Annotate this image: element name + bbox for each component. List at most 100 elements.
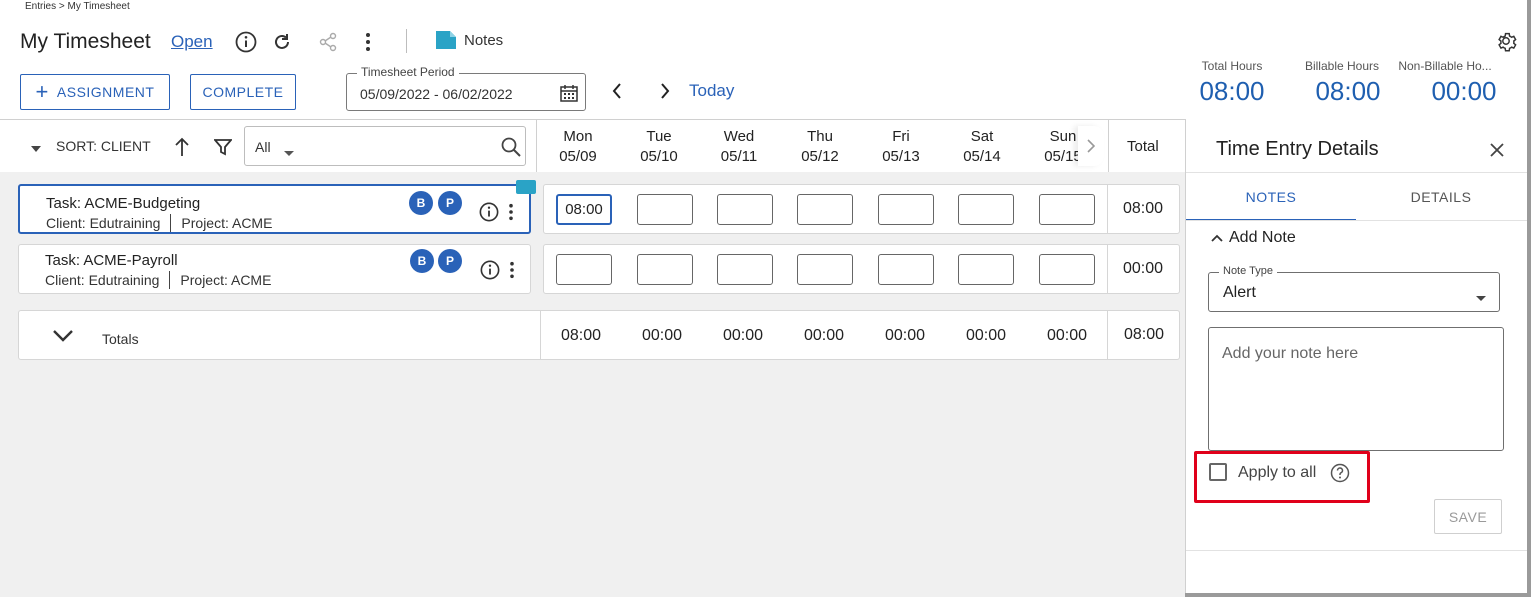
filter-icon[interactable]	[213, 137, 233, 157]
time-entry-sat[interactable]	[958, 254, 1014, 285]
day-header-sat[interactable]: Sat 05/14	[950, 127, 1014, 167]
row-total-divider	[1107, 185, 1108, 233]
time-entry-mon[interactable]	[556, 254, 612, 285]
filter-dropdown-caret-icon[interactable]	[283, 144, 295, 162]
help-question-icon[interactable]	[1329, 462, 1351, 484]
sort-ascending-arrow-icon[interactable]	[172, 136, 192, 158]
note-type-select[interactable]: Note Type Alert	[1208, 265, 1500, 312]
sort-client-button[interactable]: SORT: CLIENT	[56, 138, 151, 154]
status-link[interactable]: Open	[171, 32, 213, 52]
billable-badge: B	[409, 191, 433, 215]
next-period-chevron-icon[interactable]	[655, 81, 675, 101]
tab-notes[interactable]: NOTES	[1186, 181, 1356, 221]
day-name: Sat	[970, 128, 994, 145]
close-icon[interactable]	[1486, 139, 1508, 161]
row-note-flag-icon[interactable]	[516, 180, 536, 194]
task-name: Task: ACME-Payroll	[45, 252, 178, 269]
timesheet-period-field[interactable]: Timesheet Period 05/09/2022 - 06/02/2022	[346, 65, 586, 111]
time-entry-fri[interactable]	[878, 194, 934, 225]
add-assignment-button[interactable]: + ASSIGNMENT	[20, 74, 170, 110]
total-thu: 00:00	[803, 327, 845, 344]
previous-period-chevron-icon[interactable]	[607, 81, 627, 101]
day-name: Mon	[563, 128, 593, 145]
share-icon[interactable]	[316, 30, 340, 54]
day-date: 05/12	[801, 148, 839, 165]
time-entry-mon[interactable]: 08:00	[556, 194, 612, 225]
save-button[interactable]: SAVE	[1434, 499, 1502, 534]
total-wed: 00:00	[722, 327, 764, 344]
apply-to-all-checkbox[interactable]	[1209, 463, 1227, 481]
totals-divider	[540, 311, 541, 359]
time-entry-sun[interactable]	[1039, 254, 1095, 285]
row-info-icon[interactable]	[479, 202, 499, 222]
grid-header-divider	[536, 119, 537, 172]
time-entry-wed[interactable]	[717, 194, 773, 225]
row-more-vertical-icon[interactable]	[506, 260, 518, 280]
totals-row: Totals 08:00 00:00 00:00 00:00 00:00 00:…	[18, 310, 1180, 360]
time-entry-fri[interactable]	[878, 254, 934, 285]
more-vertical-icon[interactable]	[356, 30, 380, 54]
total-header: Total	[1127, 138, 1159, 155]
billable-hours-value: 08:00	[1315, 76, 1381, 106]
info-icon[interactable]	[234, 30, 258, 54]
expand-totals-chevron-icon[interactable]	[51, 328, 75, 344]
scroll-days-right-chevron-icon[interactable]	[1078, 126, 1104, 166]
search-icon[interactable]	[501, 137, 521, 162]
time-entry-tue[interactable]	[637, 194, 693, 225]
day-header-fri[interactable]: Fri 05/13	[869, 127, 933, 167]
day-date: 05/10	[640, 148, 678, 165]
day-header-thu[interactable]: Thu 05/12	[788, 127, 852, 167]
time-entry-sun[interactable]	[1039, 194, 1095, 225]
assignment-label: ASSIGNMENT	[56, 84, 155, 100]
total-fri: 00:00	[884, 327, 926, 344]
time-entry-thu[interactable]	[797, 254, 853, 285]
plus-icon: +	[35, 79, 49, 104]
note-textarea[interactable]: Add your note here	[1208, 327, 1504, 451]
total-mon: 08:00	[560, 327, 602, 344]
panel-title-divider	[1186, 172, 1527, 173]
apply-to-all-label: Apply to all	[1238, 464, 1317, 481]
task-row-acme-payroll[interactable]: Task: ACME-Payroll Client: Edutraining Pr…	[18, 244, 531, 294]
breadcrumb[interactable]: Entries > My Timesheet	[25, 1, 130, 12]
notes-button[interactable]: Notes	[436, 31, 503, 49]
time-entry-wed[interactable]	[717, 254, 773, 285]
time-entry-tue[interactable]	[637, 254, 693, 285]
grid-header-top-border	[0, 119, 1185, 120]
non-billable-hours-label: Non-Billable Ho...	[1398, 59, 1492, 73]
row-more-vertical-icon[interactable]	[505, 202, 517, 222]
meta-divider	[169, 271, 171, 289]
filter-value: All	[255, 139, 271, 155]
row-info-icon[interactable]	[480, 260, 500, 280]
grand-total-divider	[1107, 311, 1108, 359]
total-tue: 00:00	[641, 327, 683, 344]
sort-caret-icon[interactable]	[30, 140, 42, 158]
tab-details[interactable]: DETAILS	[1356, 181, 1526, 221]
task-row-acme-budgeting[interactable]: Task: ACME-Budgeting Client: Edutraining…	[18, 180, 536, 234]
day-header-tue[interactable]: Tue 05/10	[627, 127, 691, 167]
day-name: Tue	[646, 128, 672, 145]
project-name: Project: ACME	[180, 272, 272, 288]
time-entry-sat[interactable]	[958, 194, 1014, 225]
client-name: Client: Edutraining	[45, 272, 160, 288]
settings-gear-icon[interactable]	[1494, 29, 1518, 53]
day-header-mon[interactable]: Mon 05/09	[546, 127, 610, 167]
row-total: 08:00	[1122, 200, 1164, 217]
task-row-entries-acme-payroll: 00:00	[543, 244, 1180, 294]
today-link[interactable]: Today	[689, 81, 734, 101]
day-date: 05/14	[963, 148, 1001, 165]
time-entry-thu[interactable]	[797, 194, 853, 225]
note-placeholder: Add your note here	[1222, 345, 1359, 362]
add-note-toggle[interactable]: Add Note	[1211, 229, 1296, 247]
filter-search-field[interactable]: All	[244, 126, 526, 166]
day-header-wed[interactable]: Wed 05/11	[707, 127, 771, 167]
grand-total: 08:00	[1123, 326, 1165, 343]
day-date: 05/11	[720, 148, 758, 165]
complete-button[interactable]: COMPLETE	[190, 74, 296, 110]
note-type-value: Alert	[1223, 284, 1256, 301]
project-name: Project: ACME	[181, 215, 273, 231]
chevron-up-icon	[1211, 234, 1223, 242]
calendar-icon[interactable]	[559, 83, 579, 103]
project-badge: P	[438, 249, 462, 273]
note-type-label: Note Type	[1219, 265, 1277, 277]
refresh-icon[interactable]	[270, 30, 294, 54]
